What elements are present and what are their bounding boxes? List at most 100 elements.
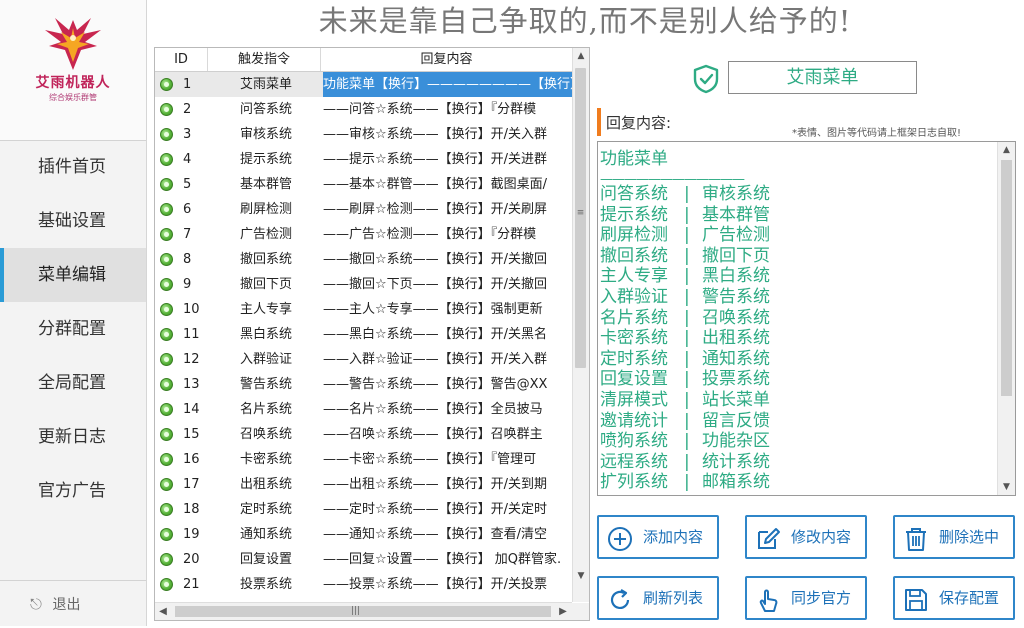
reply-title-line: 功能菜单 bbox=[600, 149, 668, 169]
reply-content-textarea[interactable]: 功能菜单 ———————————— 问答系统 提示系统 刷屏检测 撤回系统 主人专享 入群… bbox=[597, 141, 1016, 496]
trash-icon bbox=[906, 528, 926, 551]
reply-menu-separator-bar: | bbox=[684, 266, 690, 287]
reply-menu-separator-bar: | bbox=[684, 204, 690, 225]
reply-menu-separator-bar: | bbox=[684, 369, 690, 390]
cell-trigger: 撤回下页 bbox=[239, 277, 292, 292]
scroll-down-arrow-icon[interactable]: ▼ bbox=[573, 568, 589, 584]
sync-official-label: 同步官方 bbox=[791, 589, 852, 607]
table-row[interactable]: 9 撤回下页 ——撤回☆下页——【换行】开/关撤回 bbox=[155, 272, 572, 297]
scroll-left-arrow-icon[interactable]: ◀ bbox=[155, 603, 171, 620]
scroll-thumb[interactable] bbox=[575, 68, 586, 368]
cell-trigger: 基本群管 bbox=[239, 177, 292, 192]
table-row[interactable]: 4 提示系统 ——提示☆系统——【换行】开/关进群 bbox=[155, 147, 572, 172]
scroll-right-arrow-icon[interactable]: ▶ bbox=[555, 603, 571, 620]
cell-trigger: 黑白系统 bbox=[239, 327, 292, 342]
logout-button[interactable]: ⎋ 退出 bbox=[0, 580, 146, 626]
scroll-corner bbox=[572, 603, 589, 620]
reply-menu-separator-bar: | bbox=[684, 472, 690, 493]
table-row[interactable]: 12 入群验证 ——入群☆验证——【换行】开/关入群 bbox=[155, 347, 572, 372]
table-row[interactable]: 19 通知系统 ——通知☆系统——【换行】查看/清空 bbox=[155, 522, 572, 547]
delete-selected-button[interactable]: 删除选中 bbox=[893, 515, 1015, 559]
sidebar-item-menu-edit[interactable]: 菜单编辑 bbox=[0, 248, 146, 302]
save-config-button[interactable]: 保存配置 bbox=[893, 576, 1015, 620]
sidebar-item-changelog[interactable]: 更新日志 bbox=[0, 410, 146, 464]
reply-menu-item: 问答系统 bbox=[600, 184, 668, 204]
reply-menu-separator-bar: | bbox=[684, 410, 690, 431]
reply-menu-separator-bar: | bbox=[684, 431, 690, 452]
scroll-down-arrow-icon[interactable]: ▼ bbox=[998, 479, 1015, 495]
cell-reply: ——通知☆系统——【换行】查看/清空 bbox=[323, 527, 548, 542]
cell-reply: ——警告☆系统——【换行】警告@XX bbox=[323, 377, 548, 392]
reply-menu-separator-bar: | bbox=[684, 328, 690, 349]
sidebar-item-label: 更新日志 bbox=[38, 427, 106, 447]
table-row[interactable]: 3 审核系统 ——审核☆系统——【换行】开/关入群 bbox=[155, 122, 572, 147]
reply-menu-item: 提示系统 bbox=[600, 204, 668, 225]
scroll-up-arrow-icon[interactable]: ▲ bbox=[998, 142, 1015, 158]
reply-menu-separator-bar: | bbox=[684, 389, 690, 410]
table-row[interactable]: 6 刷屏检测 ——刷屏☆检测——【换行】开/关刷屏 bbox=[155, 197, 572, 222]
cell-id: 20 bbox=[183, 552, 200, 567]
table-row[interactable]: 1 艾雨菜单 功能菜单【换行】————————【换行】 bbox=[155, 72, 572, 97]
cell-reply: ——撤回☆系统——【换行】开/关撤回 bbox=[323, 252, 548, 267]
reply-vertical-scrollbar[interactable]: ▲ ▼ bbox=[997, 142, 1015, 495]
cell-reply: ——定时☆系统——【换行】开/关定时 bbox=[323, 502, 548, 517]
column-header-reply[interactable]: 回复内容 bbox=[321, 48, 572, 71]
cell-reply: ——广告☆检测——【换行】『分群模 bbox=[323, 227, 537, 242]
table-row[interactable]: 13 警告系统 ——警告☆系统——【换行】警告@XX bbox=[155, 372, 572, 397]
shield-check-icon bbox=[693, 64, 719, 94]
table-row[interactable]: 17 出租系统 ——出租☆系统——【换行】开/关到期 bbox=[155, 472, 572, 497]
table-horizontal-scrollbar[interactable]: ◀ ||| ▶ bbox=[155, 602, 572, 620]
scroll-up-arrow-icon[interactable]: ▲ bbox=[573, 48, 589, 64]
sync-official-button[interactable]: 同步官方 bbox=[745, 576, 867, 620]
table-row[interactable]: 15 召唤系统 ——召唤☆系统——【换行】召唤群主 bbox=[155, 422, 572, 447]
status-dot-icon bbox=[160, 503, 173, 516]
edit-icon bbox=[758, 528, 780, 549]
cell-id: 13 bbox=[183, 377, 200, 392]
column-header-trigger[interactable]: 触发指令 bbox=[208, 48, 321, 71]
table-row[interactable]: 11 黑白系统 ——黑白☆系统——【换行】开/关黑名 bbox=[155, 322, 572, 347]
sidebar-item-official-ads[interactable]: 官方广告 bbox=[0, 464, 146, 518]
cell-id: 5 bbox=[183, 177, 192, 192]
table-row[interactable]: 10 主人专享 ——主人☆专享——【换行】强制更新 bbox=[155, 297, 572, 322]
cell-trigger: 提示系统 bbox=[239, 152, 292, 167]
table-row[interactable]: 21 投票系统 ——投票☆系统——【换行】开/关投票 bbox=[155, 572, 572, 597]
column-header-id[interactable]: ID bbox=[155, 48, 208, 71]
status-dot-icon bbox=[160, 353, 173, 366]
reply-menu-item: 卡密系统 bbox=[600, 328, 668, 349]
scroll-grip-icon: ≡ bbox=[576, 208, 585, 218]
reply-menu-separator-bar: | bbox=[684, 286, 690, 307]
table-header: ID 触发指令 回复内容 bbox=[155, 48, 572, 72]
table-row[interactable]: 8 撤回系统 ——撤回☆系统——【换行】开/关撤回 bbox=[155, 247, 572, 272]
sidebar-item-basic-settings[interactable]: 基础设置 bbox=[0, 194, 146, 248]
trigger-input[interactable]: 艾雨菜单 bbox=[728, 61, 917, 94]
add-content-button[interactable]: 添加内容 bbox=[597, 515, 719, 559]
reply-menu-right-column: 审核系统 基本群管 广告检测 撤回下页 黑白系统 警告系统 召唤系统 出租系统 通知系统 投票系统… bbox=[702, 184, 770, 493]
table-row[interactable]: 7 广告检测 ——广告☆检测——【换行】『分群模 bbox=[155, 222, 572, 247]
menu-table: ID 触发指令 回复内容 1 艾雨菜单 功能菜单【换行】————————【换行】 2 问… bbox=[154, 47, 590, 621]
status-dot-icon bbox=[160, 378, 173, 391]
scroll-thumb[interactable] bbox=[1001, 160, 1012, 396]
table-row[interactable]: 16 卡密系统 ——卡密☆系统——【换行】『管理可 bbox=[155, 447, 572, 472]
sidebar-item-global-config[interactable]: 全局配置 bbox=[0, 356, 146, 410]
table-row[interactable]: 18 定时系统 ——定时☆系统——【换行】开/关定时 bbox=[155, 497, 572, 522]
reply-menu-item: 刷屏检测 bbox=[600, 225, 668, 246]
table-vertical-scrollbar[interactable]: ▲ ≡ ▼ bbox=[572, 48, 589, 602]
refresh-list-button[interactable]: 刷新列表 bbox=[597, 576, 719, 620]
cell-reply: ——审核☆系统——【换行】开/关入群 bbox=[323, 127, 548, 142]
status-dot-icon bbox=[160, 553, 173, 566]
scroll-grip-icon: ||| bbox=[351, 606, 361, 616]
cell-trigger: 投票系统 bbox=[239, 577, 292, 592]
cell-id: 3 bbox=[183, 127, 192, 142]
table-row[interactable]: 20 回复设置 ——回复☆设置——【换行】 加Q群管家. bbox=[155, 547, 572, 572]
sidebar-item-group-config[interactable]: 分群配置 bbox=[0, 302, 146, 356]
edit-content-button[interactable]: 修改内容 bbox=[745, 515, 867, 559]
sidebar-item-plugin-home[interactable]: 插件首页 bbox=[0, 140, 146, 194]
table-row[interactable]: 5 基本群管 ——基本☆群管——【换行】截图桌面/ bbox=[155, 172, 572, 197]
table-row[interactable]: 2 问答系统 ——问答☆系统——【换行】『分群模 bbox=[155, 97, 572, 122]
status-dot-icon bbox=[160, 403, 173, 416]
cell-trigger: 艾雨菜单 bbox=[239, 77, 292, 92]
cell-id: 9 bbox=[183, 277, 192, 292]
cell-id: 18 bbox=[183, 502, 200, 517]
table-row[interactable]: 14 名片系统 ——名片☆系统——【换行】全员披马 bbox=[155, 397, 572, 422]
scroll-thumb[interactable] bbox=[175, 606, 551, 617]
